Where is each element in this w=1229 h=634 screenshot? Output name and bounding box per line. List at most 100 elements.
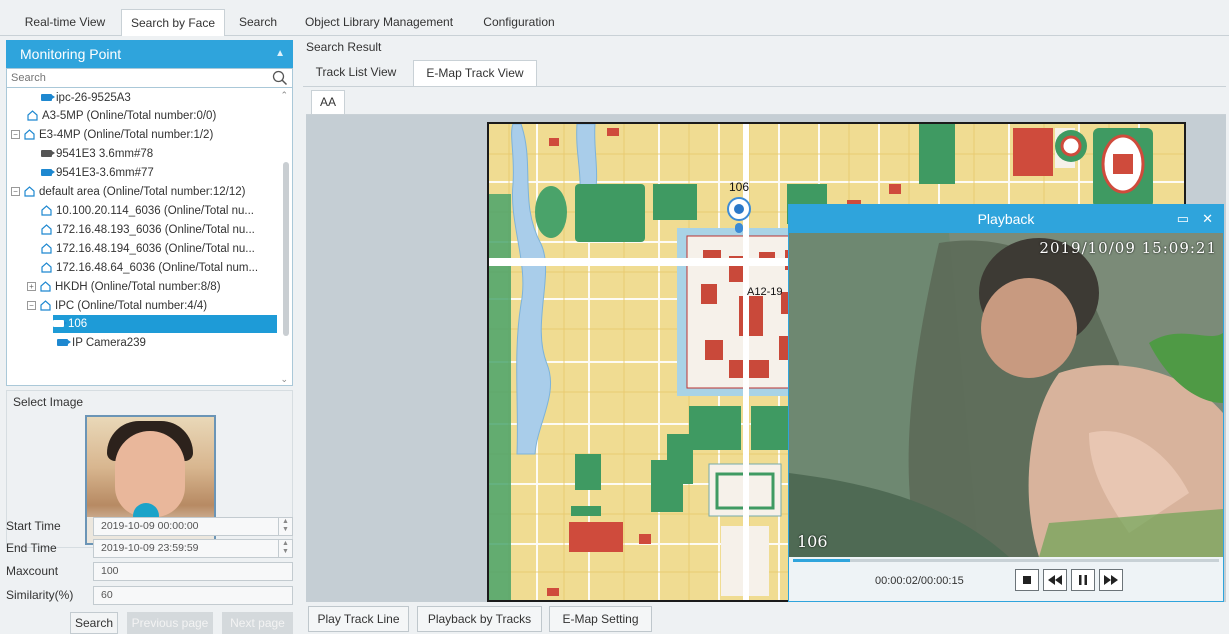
end-time-row: End Time 2019-10-09 23:59:59 ▲ ▼ — [6, 538, 293, 560]
expand-icon[interactable]: + — [27, 282, 36, 292]
monitoring-point-title: Monitoring Point — [20, 46, 122, 62]
search-box — [6, 68, 293, 88]
end-time-label: End Time — [6, 541, 57, 555]
start-time-label: Start Time — [6, 519, 61, 533]
area-icon — [40, 300, 51, 312]
scroll-down-icon[interactable]: ⌄ — [280, 374, 288, 385]
similarity-row: Similarity(%) 60 — [6, 585, 293, 607]
next-page-button[interactable]: Next page — [222, 612, 293, 634]
playback-progress[interactable] — [793, 559, 1219, 562]
area-icon — [41, 262, 52, 274]
playback-channel: 106 — [797, 532, 828, 551]
tree-item-area[interactable]: − E3-4MP (Online/Total number:1/2) — [11, 126, 213, 144]
tree-item-camera-selected[interactable]: 106 — [53, 315, 277, 333]
rewind-icon — [1048, 575, 1062, 585]
tree-item-area[interactable]: − IPC (Online/Total number:4/4) — [27, 297, 207, 315]
pause-button[interactable] — [1071, 569, 1095, 591]
left-panel: Monitoring Point ▲ ⌃ ⌄ ipc-26-9525A3 A3-… — [6, 40, 293, 634]
area-icon — [41, 224, 52, 236]
search-icon[interactable] — [272, 70, 288, 86]
play-track-line-button[interactable]: Play Track Line — [308, 606, 409, 632]
tab-real-time-view[interactable]: Real-time View — [16, 9, 114, 36]
tree-scrollbar[interactable] — [283, 162, 289, 336]
playback-titlebar[interactable]: Playback ▭ ✕ — [789, 205, 1223, 233]
tree-item-area[interactable]: A3-5MP (Online/Total number:0/0) — [27, 107, 216, 125]
select-image-label: Select Image — [13, 395, 84, 409]
search-result-panel: Search Result Track List View E-Map Trac… — [303, 36, 1229, 634]
pause-icon — [1079, 575, 1087, 585]
camera-icon — [53, 320, 67, 328]
playback-progress-fill — [793, 559, 850, 562]
app-window: Real-time View Search by Face Search Obj… — [0, 0, 1229, 634]
start-time-field[interactable]: 2019-10-09 00:00:00 ▲ ▼ — [93, 517, 293, 536]
video-frame — [789, 233, 1223, 557]
device-tree: ⌃ ⌄ ipc-26-9525A3 A3-5MP (Online/Total n… — [6, 88, 293, 386]
previous-page-button[interactable]: Previous page — [127, 612, 213, 634]
maximize-icon[interactable]: ▭ — [1177, 205, 1189, 233]
fast-forward-button[interactable] — [1099, 569, 1123, 591]
maxcount-field[interactable]: 100 — [93, 562, 293, 581]
tab-search[interactable]: Search — [231, 9, 285, 36]
area-icon — [41, 243, 52, 255]
playback-window: Playback ▭ ✕ 2019/10/09 15:09:21 106 00:… — [788, 204, 1224, 602]
tab-search-by-face[interactable]: Search by Face — [121, 9, 225, 36]
playback-video[interactable]: 2019/10/09 15:09:21 106 — [789, 233, 1223, 557]
playback-timestamp: 2019/10/09 15:09:21 — [1039, 239, 1217, 257]
camera-icon — [57, 339, 71, 347]
similarity-label: Similarity(%) — [6, 588, 74, 602]
close-icon[interactable]: ✕ — [1202, 205, 1213, 233]
camera-offline-icon — [41, 150, 55, 158]
tab-divider — [303, 86, 1226, 87]
playback-controls: 00:00:02/00:00:15 — [789, 557, 1223, 601]
map-marker-label-a12: A12-19 — [747, 286, 783, 298]
tree-item-device[interactable]: 172.16.48.193_6036 (Online/Total nu... — [41, 221, 255, 239]
camera-icon — [41, 169, 55, 177]
tree-item-camera[interactable]: IP Camera239 — [57, 334, 146, 352]
playback-title: Playback — [977, 211, 1035, 227]
tree-item-area[interactable]: + HKDH (Online/Total number:8/8) — [27, 278, 221, 296]
search-input[interactable] — [7, 69, 257, 87]
tree-item-device[interactable]: 172.16.48.64_6036 (Online/Total num... — [41, 259, 258, 277]
stop-button[interactable] — [1015, 569, 1039, 591]
scroll-up-icon[interactable]: ⌃ — [280, 90, 288, 101]
start-time-row: Start Time 2019-10-09 00:00:00 ▲ ▼ — [6, 516, 293, 538]
end-time-field[interactable]: 2019-10-09 23:59:59 ▲ ▼ — [93, 539, 293, 558]
tab-map-aa[interactable]: AA — [311, 90, 345, 114]
search-button[interactable]: Search — [70, 612, 118, 634]
tree-item-camera[interactable]: 9541E3-3.6mm#77 — [41, 164, 154, 182]
tab-track-list-view[interactable]: Track List View — [308, 60, 404, 86]
expand-icon[interactable]: − — [11, 130, 20, 140]
tree-item-device[interactable]: 172.16.48.194_6036 (Online/Total nu... — [41, 240, 255, 258]
maxcount-label: Maxcount — [6, 564, 59, 578]
tree-item-area[interactable]: − default area (Online/Total number:12/12… — [11, 183, 245, 201]
fast-forward-icon — [1104, 575, 1118, 585]
area-icon — [24, 186, 35, 198]
area-icon — [40, 281, 51, 293]
emap-setting-button[interactable]: E-Map Setting — [549, 606, 652, 632]
area-icon — [41, 205, 52, 217]
expand-icon[interactable]: − — [11, 187, 20, 197]
tab-configuration[interactable]: Configuration — [473, 9, 565, 36]
tree-item-device[interactable]: 10.100.20.114_6036 (Online/Total nu... — [41, 202, 254, 220]
tab-object-library-management[interactable]: Object Library Management — [293, 9, 465, 36]
tab-emap-track-view[interactable]: E-Map Track View — [413, 60, 537, 86]
area-icon — [24, 129, 35, 141]
rewind-button[interactable] — [1043, 569, 1067, 591]
area-icon — [27, 110, 38, 122]
spinner-icon[interactable]: ▲ ▼ — [278, 540, 292, 557]
collapse-icon[interactable]: ▲ — [275, 40, 285, 68]
similarity-field[interactable]: 60 — [93, 586, 293, 605]
map-marker-label-106: 106 — [729, 180, 750, 194]
camera-icon — [41, 94, 55, 102]
expand-icon[interactable]: − — [27, 301, 36, 311]
playback-time: 00:00:02/00:00:15 — [875, 575, 964, 587]
tree-item-camera[interactable]: 9541E3 3.6mm#78 — [41, 145, 153, 163]
maxcount-row: Maxcount 100 — [6, 561, 293, 583]
emap-canvas[interactable]: 106 A12-19 Playback ▭ ✕ 2019/10/09 15:09… — [306, 114, 1226, 602]
stop-icon — [1023, 576, 1031, 584]
search-result-label: Search Result — [306, 40, 382, 54]
playback-by-tracks-button[interactable]: Playback by Tracks — [417, 606, 542, 632]
monitoring-point-header[interactable]: Monitoring Point ▲ — [6, 40, 293, 68]
spinner-icon[interactable]: ▲ ▼ — [278, 518, 292, 535]
tree-item-camera[interactable]: ipc-26-9525A3 — [41, 89, 131, 107]
